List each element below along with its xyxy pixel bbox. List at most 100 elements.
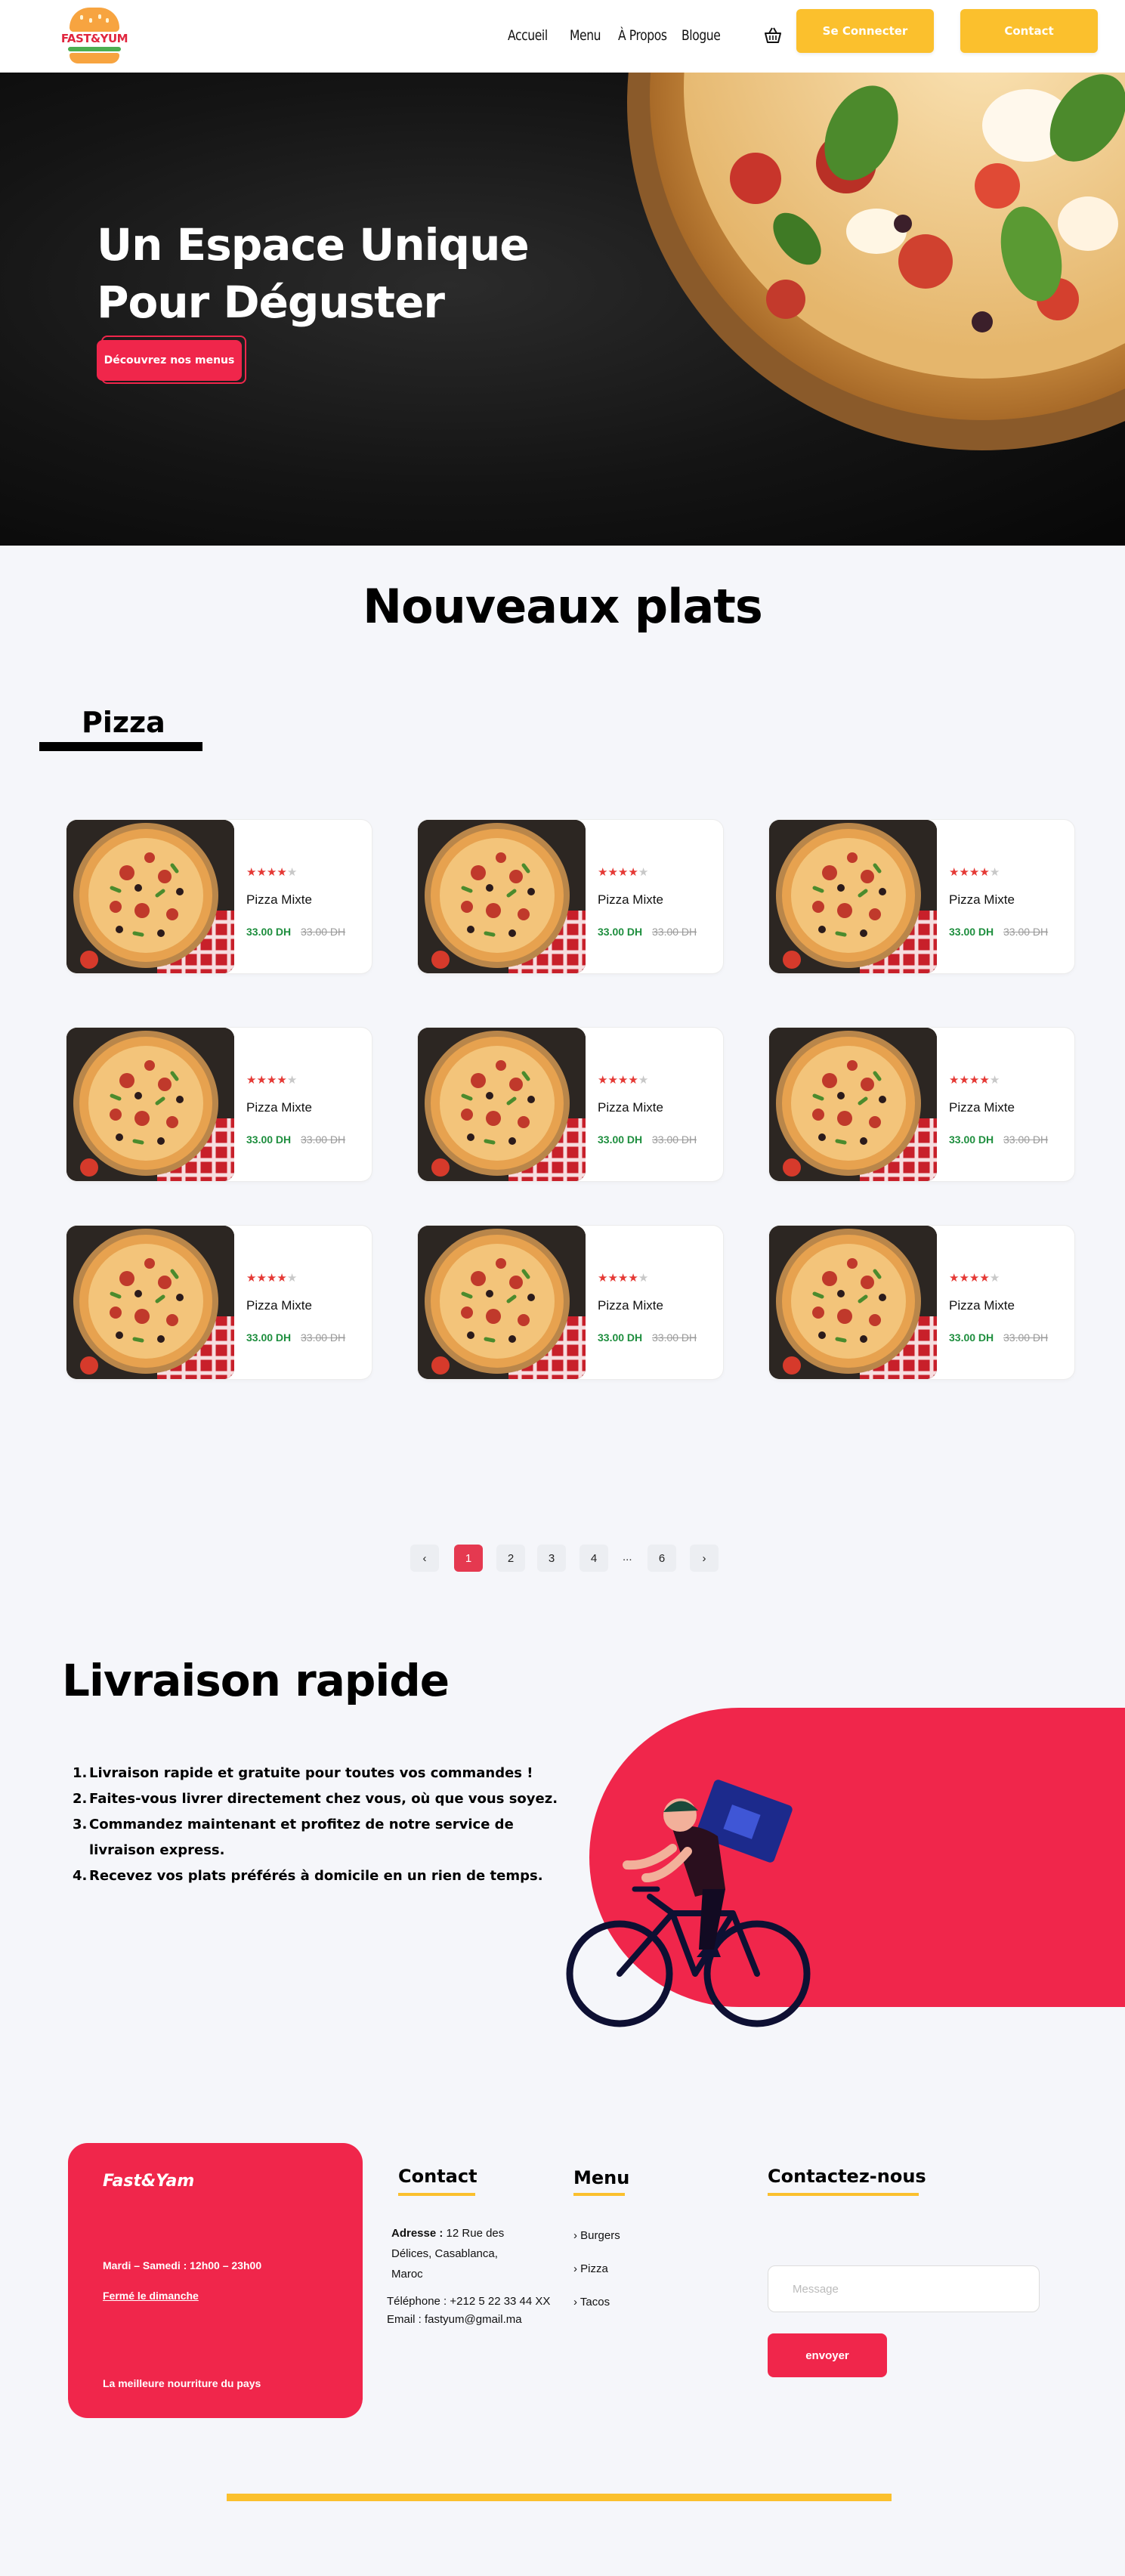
dish-image xyxy=(418,1028,586,1181)
dish-card[interactable]: ★★★★★ Pizza Mixte 33.00 DH 33.00 DH xyxy=(66,1028,372,1181)
page-button-1[interactable]: 1 xyxy=(454,1545,483,1572)
footer-menu-heading: Menu xyxy=(573,2167,630,2188)
star-icon: ★ xyxy=(969,1272,980,1285)
dish-card[interactable]: ★★★★★ Pizza Mixte 33.00 DH 33.00 DH xyxy=(769,820,1074,973)
star-icon: ★ xyxy=(598,1074,608,1087)
star-icon: ★ xyxy=(277,866,287,879)
footer-menu-link[interactable]: › Burgers xyxy=(573,2229,620,2242)
next-page-button[interactable]: › xyxy=(690,1545,719,1572)
pagination-ellipsis: ... xyxy=(623,1551,632,1563)
contact-heading-underline xyxy=(398,2193,475,2196)
brand-logo[interactable]: FAST&YUM xyxy=(60,6,128,66)
page-button-4[interactable]: 4 xyxy=(579,1545,608,1572)
dish-name: Pizza Mixte xyxy=(598,1298,663,1313)
star-icon: ★ xyxy=(246,866,257,879)
hero-title-line1: Un Espace Unique xyxy=(97,219,530,271)
dish-card[interactable]: ★★★★★ Pizza Mixte 33.00 DH 33.00 DH xyxy=(66,1226,372,1379)
dish-card[interactable]: ★★★★★ Pizza Mixte 33.00 DH 33.00 DH xyxy=(418,1226,723,1379)
footer-menu-link[interactable]: › Pizza xyxy=(573,2262,608,2275)
star-icon: ★ xyxy=(979,866,990,879)
star-icon: ★ xyxy=(949,866,960,879)
dish-card[interactable]: ★★★★★ Pizza Mixte 33.00 DH 33.00 DH xyxy=(418,820,723,973)
rating-stars: ★★★★★ xyxy=(949,1073,1000,1087)
dish-price: 33.00 DH xyxy=(246,926,292,938)
dish-name: Pizza Mixte xyxy=(949,1100,1015,1115)
star-icon: ★ xyxy=(979,1272,990,1285)
footer-menu-link[interactable]: › Tacos xyxy=(573,2296,610,2309)
dish-card[interactable]: ★★★★★ Pizza Mixte 33.00 DH 33.00 DH xyxy=(66,820,372,973)
prev-page-button[interactable]: ‹ xyxy=(410,1545,439,1572)
dish-price: 33.00 DH xyxy=(949,1133,994,1146)
dish-old-price: 33.00 DH xyxy=(652,926,697,938)
delivery-rider-illustration xyxy=(566,1780,811,2027)
footer-tagline: La meilleure nourriture du pays xyxy=(103,2377,261,2389)
dish-old-price: 33.00 DH xyxy=(1003,1331,1049,1344)
star-icon: ★ xyxy=(959,866,969,879)
dish-card[interactable]: ★★★★★ Pizza Mixte 33.00 DH 33.00 DH xyxy=(418,1028,723,1181)
star-icon: ★ xyxy=(628,866,638,879)
nav-link-menu[interactable]: Menu xyxy=(570,27,601,44)
dish-price: 33.00 DH xyxy=(598,1331,643,1344)
logo-text: FAST&YUM xyxy=(60,32,128,45)
dish-image xyxy=(66,1028,234,1181)
star-icon: ★ xyxy=(617,1074,629,1087)
dish-price: 33.00 DH xyxy=(598,926,643,938)
star-icon: ★ xyxy=(256,1272,267,1285)
page-button-2[interactable]: 2 xyxy=(496,1545,525,1572)
star-icon: ★ xyxy=(959,1074,969,1087)
nav-link-blogue[interactable]: Blogue xyxy=(681,27,721,44)
dish-card[interactable]: ★★★★★ Pizza Mixte 33.00 DH 33.00 DH xyxy=(769,1028,1074,1181)
star-icon: ★ xyxy=(989,1272,1000,1285)
dish-old-price: 33.00 DH xyxy=(652,1133,697,1146)
star-icon: ★ xyxy=(277,1074,287,1087)
footer-email[interactable]: Email : fastyum@gmail.ma xyxy=(387,2309,522,2330)
dish-old-price: 33.00 DH xyxy=(1003,1133,1049,1146)
dish-image xyxy=(769,1028,937,1181)
login-button[interactable]: Se Connecter xyxy=(796,9,934,53)
send-button[interactable]: envoyer xyxy=(768,2333,887,2377)
dish-name: Pizza Mixte xyxy=(949,892,1015,907)
dish-card[interactable]: ★★★★★ Pizza Mixte 33.00 DH 33.00 DH xyxy=(769,1226,1074,1379)
star-icon: ★ xyxy=(607,1272,618,1285)
footer-divider xyxy=(227,2494,892,2501)
star-icon: ★ xyxy=(949,1074,960,1087)
dish-image xyxy=(66,1226,234,1379)
discover-menus-button[interactable]: Découvrez nos menus xyxy=(97,340,242,381)
star-icon: ★ xyxy=(286,1074,298,1087)
star-icon: ★ xyxy=(246,1074,257,1087)
delivery-item: 1. Livraison rapide et gratuite pour tout… xyxy=(73,1765,533,1781)
star-icon: ★ xyxy=(286,866,298,879)
page-button-3[interactable]: 3 xyxy=(537,1545,566,1572)
rating-stars: ★★★★★ xyxy=(246,1073,297,1087)
star-icon: ★ xyxy=(628,1074,638,1087)
star-icon: ★ xyxy=(617,866,629,879)
nav-link-a-propos[interactable]: À Propos xyxy=(618,27,667,44)
star-icon: ★ xyxy=(628,1272,638,1285)
delivery-list: 1. Livraison rapide et gratuite pour tout… xyxy=(73,1761,571,1889)
logo-bun-bottom xyxy=(70,53,119,63)
dish-price: 33.00 DH xyxy=(246,1133,292,1146)
dish-image xyxy=(418,820,586,973)
dish-name: Pizza Mixte xyxy=(246,1298,312,1313)
footer-address: Adresse : 12 Rue des Délices, Casablanca… xyxy=(391,2223,542,2284)
logo-lettuce xyxy=(68,47,121,51)
dish-price: 33.00 DH xyxy=(246,1331,292,1344)
nav-link-accueil[interactable]: Accueil xyxy=(508,27,548,44)
rating-stars: ★★★★★ xyxy=(598,1271,648,1285)
rating-stars: ★★★★★ xyxy=(598,865,648,879)
delivery-title: Livraison rapide xyxy=(62,1655,450,1706)
star-icon: ★ xyxy=(638,866,649,879)
star-icon: ★ xyxy=(617,1272,629,1285)
dish-image xyxy=(769,820,937,973)
star-icon: ★ xyxy=(266,1074,277,1087)
delivery-item: 4. Recevez vos plats préférés à domicile … xyxy=(73,1868,543,1884)
contact-form-heading: Contactez-nous xyxy=(768,2166,926,2187)
contact-button[interactable]: Contact xyxy=(960,9,1098,53)
closed-day-link[interactable]: Fermé le dimanche xyxy=(103,2290,199,2302)
star-icon: ★ xyxy=(989,1074,1000,1087)
shopping-basket-icon[interactable] xyxy=(763,26,783,45)
hero-title: Un Espace Unique Pour Déguster xyxy=(97,216,550,331)
message-input[interactable] xyxy=(768,2265,1040,2312)
page-button-6[interactable]: 6 xyxy=(647,1545,676,1572)
star-icon: ★ xyxy=(989,866,1000,879)
